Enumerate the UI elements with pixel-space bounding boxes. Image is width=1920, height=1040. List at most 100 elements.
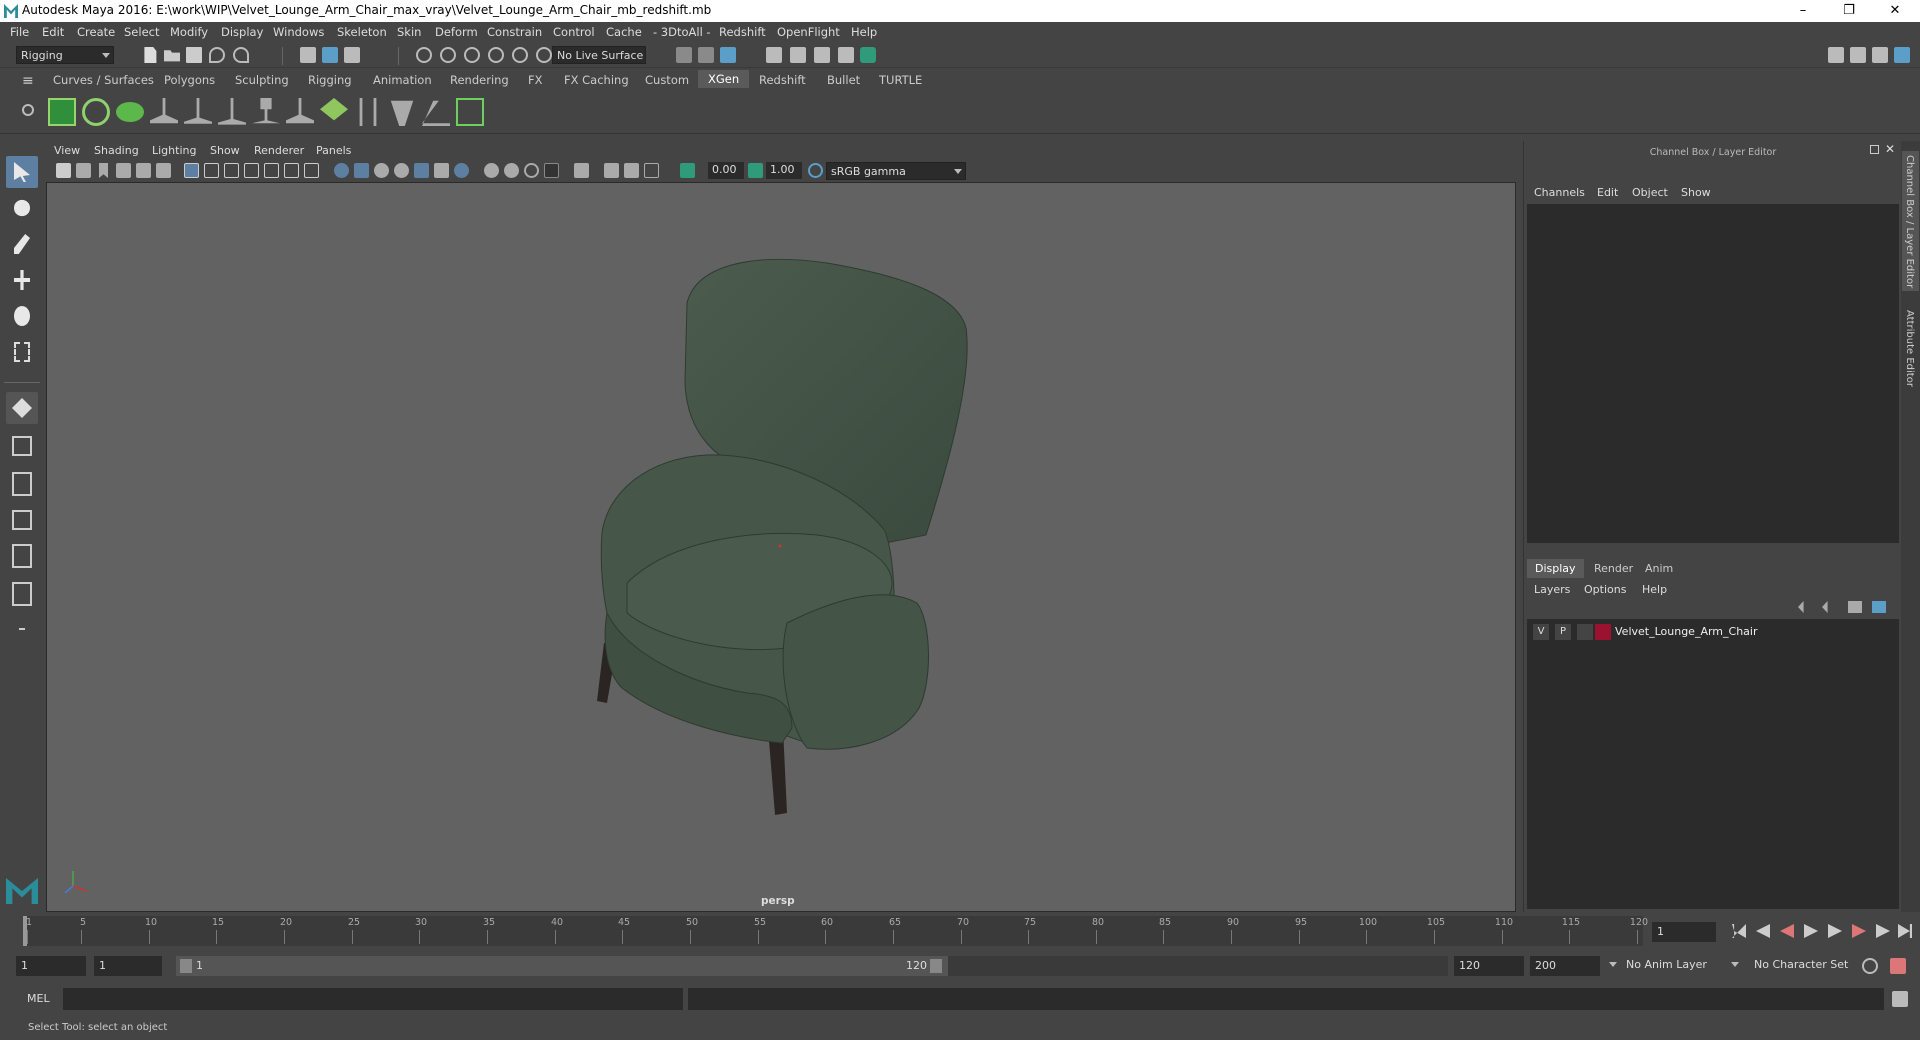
step-forward-key-icon[interactable] xyxy=(1852,924,1866,938)
vp-menu-view[interactable]: View xyxy=(54,144,80,157)
snap-grid-icon[interactable] xyxy=(416,47,432,63)
playback-start-field[interactable]: 1 xyxy=(94,956,162,976)
cb-menu-channels[interactable]: Channels xyxy=(1534,186,1585,199)
camera-attributes-icon[interactable] xyxy=(76,163,91,178)
ipr-render-icon[interactable] xyxy=(814,47,830,63)
tab-display-layers[interactable]: Display xyxy=(1527,559,1584,578)
textured-icon[interactable] xyxy=(394,163,409,178)
menu-modify[interactable]: Modify xyxy=(170,25,208,39)
redo-icon[interactable] xyxy=(233,47,249,63)
side-tab-attribute-editor[interactable]: Attribute Editor xyxy=(1902,306,1919,406)
xgen-sculpt-guides-icon[interactable] xyxy=(184,98,212,124)
render-view-icon[interactable] xyxy=(766,47,782,63)
image-plane-icon[interactable] xyxy=(116,163,131,178)
bookmark-icon[interactable] xyxy=(99,163,108,178)
tab-fx-caching[interactable]: FX Caching xyxy=(564,73,629,87)
single-view-button[interactable] xyxy=(6,392,38,424)
snap-curve-icon[interactable] xyxy=(440,47,456,63)
open-scene-icon[interactable] xyxy=(164,50,180,62)
tab-anim-layers[interactable]: Anim xyxy=(1637,559,1681,578)
tab-fx[interactable]: FX xyxy=(528,73,543,87)
move-layer-down-icon[interactable] xyxy=(1822,601,1828,613)
menu-openflight[interactable]: OpenFlight xyxy=(777,25,840,39)
rotate-tool-button[interactable] xyxy=(6,300,38,332)
tab-xgen[interactable]: XGen xyxy=(698,70,750,88)
anim-end-dropdown[interactable] xyxy=(1606,956,1620,976)
cb-menu-object[interactable]: Object xyxy=(1632,186,1668,199)
menu-control[interactable]: Control xyxy=(553,25,595,39)
resolution-gate-icon[interactable] xyxy=(224,163,239,178)
anim-layer-dropdown[interactable]: No Anim Layer xyxy=(1622,956,1742,976)
side-tab-channel-box[interactable]: Channel Box / Layer Editor xyxy=(1902,151,1919,291)
float-panel-icon[interactable] xyxy=(1870,145,1879,154)
depth-of-field-icon[interactable] xyxy=(524,163,539,178)
new-scene-icon[interactable] xyxy=(144,47,157,63)
film-gate-icon[interactable] xyxy=(204,163,219,178)
menu-edit[interactable]: Edit xyxy=(42,25,64,39)
minimize-button[interactable]: – xyxy=(1780,0,1826,22)
tab-rigging[interactable]: Rigging xyxy=(308,73,352,87)
exposure-icon[interactable] xyxy=(680,163,695,178)
construction-history-icon[interactable] xyxy=(720,47,736,63)
vp-menu-renderer[interactable]: Renderer xyxy=(254,144,304,157)
tab-rendering[interactable]: Rendering xyxy=(450,73,509,87)
use-all-lights-icon[interactable] xyxy=(414,163,429,178)
outliner-toggle-icon[interactable] xyxy=(1850,47,1866,63)
vp-menu-shading[interactable]: Shading xyxy=(94,144,139,157)
persp-graph-view-button[interactable] xyxy=(6,504,38,536)
le-menu-help[interactable]: Help xyxy=(1642,583,1667,596)
menu-file[interactable]: File xyxy=(10,25,29,39)
shelf-options-icon[interactable] xyxy=(22,104,34,116)
xray-components-icon[interactable] xyxy=(624,163,639,178)
tab-polygons[interactable]: Polygons xyxy=(164,73,215,87)
tab-bullet[interactable]: Bullet xyxy=(827,73,860,87)
menu-constrain[interactable]: Constrain xyxy=(487,25,542,39)
xgen-place-guides-icon[interactable] xyxy=(150,98,178,124)
step-back-key-icon[interactable] xyxy=(1780,924,1794,938)
tab-render-layers[interactable]: Render xyxy=(1586,559,1641,578)
le-menu-layers[interactable]: Layers xyxy=(1534,583,1570,596)
move-layer-up-icon[interactable] xyxy=(1798,601,1804,613)
menu-skin[interactable]: Skin xyxy=(397,25,421,39)
menu-windows[interactable]: Windows xyxy=(273,25,324,39)
camera-icon[interactable] xyxy=(56,163,71,178)
range-start-handle[interactable] xyxy=(180,959,192,973)
layout-more-button[interactable] xyxy=(6,620,38,638)
character-set-dropdown[interactable]: No Character Set xyxy=(1750,956,1866,976)
wireframe-icon[interactable] xyxy=(334,163,349,178)
menuset-dropdown[interactable]: Rigging xyxy=(16,46,114,64)
xgen-groom-bend-icon[interactable] xyxy=(359,98,377,126)
menu-create[interactable]: Create xyxy=(77,25,115,39)
animation-preferences-icon[interactable] xyxy=(1890,958,1906,974)
menu-select[interactable]: Select xyxy=(124,25,159,39)
backface-culling-icon[interactable] xyxy=(644,163,659,178)
input-ops-icon[interactable] xyxy=(676,47,692,63)
2d-pan-zoom-icon[interactable] xyxy=(136,163,151,178)
close-panel-icon[interactable]: ✕ xyxy=(1885,142,1895,156)
live-surface-field[interactable]: No Live Surface xyxy=(552,46,646,64)
cb-menu-edit[interactable]: Edit xyxy=(1597,186,1618,199)
xgen-lock-guides-icon[interactable] xyxy=(252,98,280,124)
layer-visibility-toggle[interactable]: V xyxy=(1533,624,1549,640)
xgen-groom-layer-icon[interactable] xyxy=(320,98,348,121)
scale-tool-button[interactable] xyxy=(6,336,38,368)
undo-icon[interactable] xyxy=(209,47,225,63)
range-bar[interactable]: 1 120 xyxy=(176,956,948,976)
shelf-menu-icon[interactable]: ≡ xyxy=(22,73,34,89)
select-tool-button[interactable] xyxy=(6,156,38,188)
layer-display-type[interactable] xyxy=(1577,624,1593,640)
vp-menu-panels[interactable]: Panels xyxy=(316,144,351,157)
anim-end-field[interactable]: 200 xyxy=(1530,956,1600,976)
auto-key-icon[interactable] xyxy=(1862,958,1878,974)
tab-animation[interactable]: Animation xyxy=(373,73,432,87)
range-end-handle[interactable] xyxy=(930,959,942,973)
hypershade-icon[interactable] xyxy=(860,47,876,63)
layer-color-swatch[interactable] xyxy=(1595,624,1611,640)
output-ops-icon[interactable] xyxy=(698,47,714,63)
wireframe-on-shaded-icon[interactable] xyxy=(374,163,389,178)
xgen-clump-icon[interactable] xyxy=(390,100,414,126)
grease-pencil-icon[interactable] xyxy=(156,163,171,178)
tab-sculpting[interactable]: Sculpting xyxy=(235,73,289,87)
channel-list[interactable] xyxy=(1527,204,1899,543)
color-management-icon[interactable] xyxy=(808,163,823,178)
